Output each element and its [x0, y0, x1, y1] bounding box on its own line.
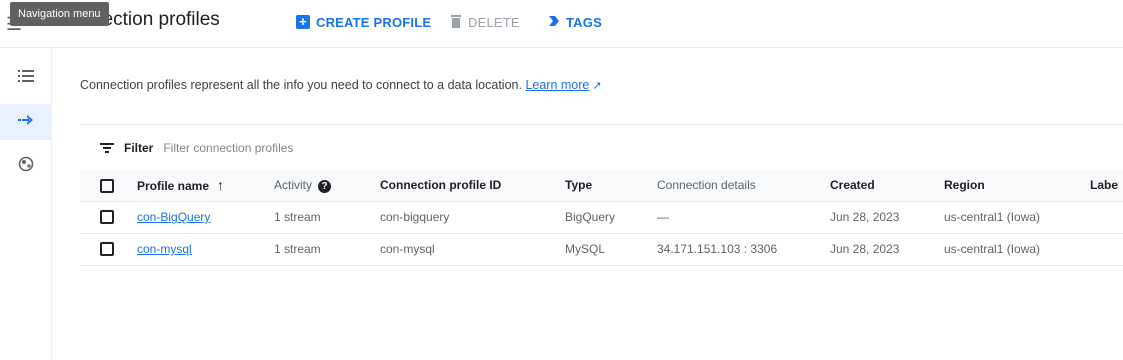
row-checkbox[interactable]	[100, 210, 114, 225]
page-description: Connection profiles represent all the in…	[80, 78, 602, 92]
column-activity: Activity?	[274, 170, 380, 201]
tags-label: TAGS	[566, 14, 602, 30]
created-cell: Jun 28, 2023	[830, 210, 900, 224]
connection-profiles-table: Profile name ↑ Activity? Connection profi…	[80, 170, 1123, 266]
column-connection-details: Connection details	[657, 178, 756, 193]
nav-tooltip: Navigation menu	[10, 2, 109, 26]
table-row: con-BigQuery 1 stream con-bigquery BigQu…	[80, 201, 1123, 233]
table-header-row: Profile name ↑ Activity? Connection profi…	[80, 170, 1123, 201]
connection-details-cell: 34.171.151.103 : 3306	[657, 242, 778, 256]
filter-label: Filter	[124, 141, 154, 155]
create-profile-button[interactable]: + CREATE PROFILE	[296, 12, 431, 32]
filter-icon	[100, 141, 114, 156]
sort-ascending-icon[interactable]: ↑	[217, 177, 224, 193]
activity-cell: 1 stream	[274, 210, 321, 224]
profile-id-cell: con-bigquery	[380, 210, 450, 224]
delete-label: DELETE	[468, 14, 520, 30]
select-all-checkbox[interactable]	[100, 178, 114, 193]
type-cell: BigQuery	[565, 210, 616, 224]
divider	[80, 124, 1123, 125]
help-icon[interactable]: ?	[318, 179, 332, 193]
connection-details-cell: —	[657, 210, 669, 224]
list-icon	[18, 69, 34, 88]
stream-arrow-icon	[18, 113, 34, 132]
add-box-icon: +	[296, 15, 310, 29]
globe-icon	[18, 156, 34, 177]
profile-name-link[interactable]: con-mysql	[137, 242, 192, 256]
description-text: Connection profiles represent all the in…	[80, 78, 522, 92]
sidebar-item-list[interactable]	[0, 60, 52, 96]
sidebar-item-connection-profiles[interactable]	[0, 104, 52, 140]
column-profile-name[interactable]: Profile name ↑	[137, 170, 274, 201]
side-navigation	[0, 48, 52, 360]
created-cell: Jun 28, 2023	[830, 242, 900, 256]
column-labels[interactable]: Labe	[1090, 170, 1123, 201]
column-connection-profile-id[interactable]: Connection profile ID	[380, 170, 565, 201]
profile-id-cell: con-mysql	[380, 242, 435, 256]
activity-cell: 1 stream	[274, 242, 321, 256]
tags-button[interactable]: TAGS	[548, 12, 602, 32]
table-row: con-mysql 1 stream con-mysql MySQL 34.17…	[80, 233, 1123, 265]
profile-name-link[interactable]: con-BigQuery	[137, 210, 210, 224]
column-created[interactable]: Created	[830, 170, 944, 201]
labels-cell	[1090, 233, 1123, 265]
trash-icon	[450, 14, 462, 31]
type-cell: MySQL	[565, 242, 606, 256]
learn-more-link[interactable]: Learn more	[525, 78, 589, 92]
create-profile-label: CREATE PROFILE	[316, 14, 432, 30]
region-cell: us-central1 (Iowa)	[944, 242, 1041, 256]
filter-bar: Filter	[100, 137, 404, 159]
sidebar-item-private-connectivity[interactable]	[0, 148, 52, 184]
column-region[interactable]: Region	[944, 170, 1090, 201]
tag-arrow-icon	[548, 15, 560, 30]
page-title: nection profiles	[92, 9, 220, 30]
row-checkbox[interactable]	[100, 242, 114, 257]
delete-button[interactable]: DELETE	[450, 12, 520, 32]
filter-input[interactable]	[163, 141, 404, 155]
labels-cell	[1090, 201, 1123, 233]
page-header: ☰ Navigation menu nection profiles + CRE…	[0, 0, 1123, 48]
region-cell: us-central1 (Iowa)	[944, 210, 1041, 224]
external-link-icon: ↗	[592, 80, 602, 92]
column-type[interactable]: Type	[565, 170, 657, 201]
